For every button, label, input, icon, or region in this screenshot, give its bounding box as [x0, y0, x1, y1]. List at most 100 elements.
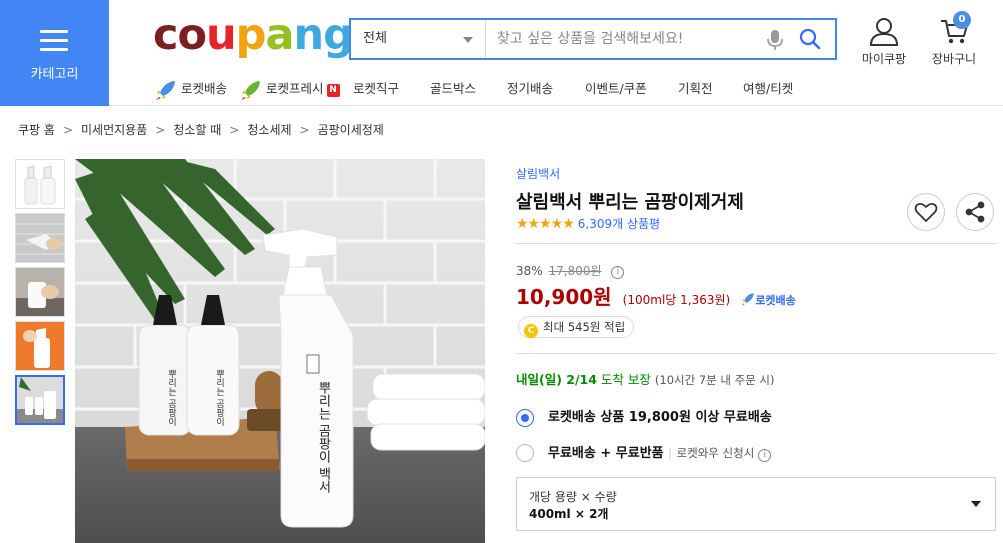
rating-row[interactable]: ★★★★★ 6,309개 상품평: [516, 215, 660, 232]
breadcrumb: 쿠팡 홈 > 미세먼지용품 > 청소할 때 > 청소세제 > 곰팡이세정제: [18, 121, 384, 138]
category-label: 카테고리: [30, 67, 79, 82]
category-menu-button[interactable]: 카테고리: [0, 0, 109, 106]
separator: |: [668, 446, 673, 460]
breadcrumb-item[interactable]: 청소세제: [247, 121, 291, 138]
logo-letter: c: [153, 10, 178, 60]
nav-label: 로켓프레시: [266, 81, 324, 96]
breadcrumb-item[interactable]: 곰팡이세정제: [318, 121, 384, 138]
search-icon[interactable]: [799, 28, 821, 50]
product-thumbnail-active[interactable]: [15, 375, 65, 425]
nav-label: 여행/티켓: [743, 81, 794, 96]
brand-link[interactable]: 살림백서: [516, 165, 996, 182]
arrival-note: (10시간 7분 내 주문 시): [654, 373, 775, 387]
breadcrumb-item[interactable]: 청소할 때: [173, 121, 221, 138]
user-icon: [869, 18, 899, 46]
rocket-badge: 로켓배송: [741, 293, 796, 307]
nav-item-rocket[interactable]: 로켓배송: [155, 78, 227, 101]
microphone-icon[interactable]: [766, 29, 784, 51]
radio-selected[interactable]: [516, 409, 534, 427]
nav-item-subscription[interactable]: 정기배송: [507, 78, 553, 100]
cashback-badge: C 최대 545원 적립: [518, 316, 635, 338]
breadcrumb-item[interactable]: 쿠팡 홈: [18, 121, 55, 138]
nav-item-goldbox[interactable]: 골드박스: [430, 78, 476, 100]
shipping-option-label: 무료배송 + 무료반품: [548, 446, 664, 461]
chevron-down-icon: [971, 501, 981, 507]
chevron-right-icon: >: [155, 123, 166, 137]
nav-label: 골드박스: [430, 81, 477, 96]
nav-item-events[interactable]: 이벤트/쿠폰: [585, 78, 647, 100]
cart-label: 장바구니: [931, 52, 977, 66]
divider: [516, 243, 996, 244]
info-icon[interactable]: i: [611, 266, 625, 279]
new-badge: N: [326, 84, 340, 97]
shipping-option-label: 로켓배송 상품 19,800원 이상 무료배송: [548, 410, 772, 425]
rocket-icon: [156, 80, 175, 100]
search-input[interactable]: [487, 20, 757, 58]
shipping-option-rocket[interactable]: 로켓배송 상품 19,800원 이상 무료배송: [516, 408, 996, 430]
logo-letter: a: [265, 10, 294, 60]
thumbnail-list: [15, 159, 65, 429]
nav-item-rocketdirect[interactable]: 로켓직구: [353, 78, 399, 100]
nav-label: 로켓직구: [353, 81, 400, 96]
nav-label: 정기배송: [507, 81, 554, 96]
radio-unselected[interactable]: [516, 444, 534, 462]
chevron-right-icon: >: [229, 123, 240, 137]
nav-item-rocketfresh[interactable]: 로켓프레시 N: [240, 78, 340, 101]
logo-letter: n: [293, 10, 324, 60]
logo-letter: o: [177, 10, 208, 60]
arrival-info: 내일(일) 2/14 도착 보장 (10시간 7분 내 주문 시): [516, 369, 775, 388]
sale-price: 10,900원: [516, 285, 612, 309]
unit-price: (100ml당 1,363원): [622, 293, 731, 307]
search-category-select[interactable]: 전체: [351, 20, 486, 58]
nav-label: 로켓배송: [181, 81, 228, 96]
breadcrumb-item[interactable]: 미세먼지용품: [81, 121, 147, 138]
review-count: 6,309개 상품평: [577, 217, 661, 231]
logo-letter: u: [206, 10, 237, 60]
info-icon[interactable]: i: [758, 449, 772, 462]
nav-item-travel[interactable]: 여행/티켓: [743, 78, 793, 100]
coin-icon: C: [524, 324, 538, 338]
product-thumbnail[interactable]: [15, 213, 65, 263]
coupang-logo[interactable]: coupang: [153, 10, 354, 60]
search-bar: 전체: [349, 18, 837, 60]
price-row: 10,900원 (100ml당 1,363원) 로켓배송: [516, 281, 796, 310]
chevron-down-icon: [463, 37, 473, 43]
share-button[interactable]: [956, 193, 994, 231]
search-category-value: 전체: [363, 31, 387, 46]
cart-button[interactable]: 0 장바구니: [927, 11, 981, 67]
product-thumbnail[interactable]: [15, 159, 65, 209]
cart-count-badge: 0: [953, 11, 971, 29]
nav-label: 이벤트/쿠폰: [585, 81, 647, 96]
hamburger-icon: [40, 30, 68, 52]
shipping-option-sub: 로켓와우 신청시: [676, 446, 755, 460]
cashback-label: 최대 545원 적립: [543, 320, 626, 334]
original-price: 17,800원: [548, 264, 602, 278]
site-header: 카테고리 coupang 전체 마이쿠팡 0 장바구: [0, 0, 1003, 106]
product-info: 살림백서 살림백서 뿌리는 곰팡이제거제 ★★★★★ 6,309개 상품평 38%…: [516, 165, 996, 531]
heart-icon: [914, 202, 938, 222]
bottle-label-text: 뿌리는 곰팡이: [214, 369, 224, 427]
mycoupang-button[interactable]: 마이쿠팡: [858, 16, 910, 67]
wishlist-button[interactable]: [907, 193, 945, 231]
option-select-value: 400ml × 2개: [529, 507, 609, 521]
product-main-image[interactable]: 뿌리는 곰팡이 뿌리는 곰팡이 뿌리는 곰팡이 백서: [75, 159, 485, 543]
nav-item-exhibitions[interactable]: 기획전: [678, 78, 713, 100]
rating-stars: ★★★★★: [516, 216, 575, 232]
discount-row: 38% 17,800원 i: [516, 262, 625, 279]
nav-label: 기획전: [678, 81, 713, 96]
bottle-label-text: 뿌리는 곰팡이 백서: [316, 381, 331, 494]
divider: [516, 353, 996, 354]
product-thumbnail[interactable]: [15, 321, 65, 371]
product-thumbnail[interactable]: [15, 267, 65, 317]
option-select[interactable]: 개당 용량 × 수량 400ml × 2개: [516, 477, 996, 531]
bottle-label-text: 뿌리는 곰팡이: [166, 369, 176, 427]
share-icon: [965, 201, 985, 223]
rocket-icon: [741, 293, 755, 306]
shipping-option-wow[interactable]: 무료배송 + 무료반품 | 로켓와우 신청시 i: [516, 443, 996, 465]
rocket-label: 로켓배송: [755, 294, 796, 307]
mycoupang-label: 마이쿠팡: [861, 52, 907, 66]
chevron-right-icon: >: [62, 123, 73, 137]
chevron-right-icon: >: [299, 123, 310, 137]
discount-rate: 38%: [516, 264, 543, 278]
rocket-icon: [241, 80, 260, 100]
